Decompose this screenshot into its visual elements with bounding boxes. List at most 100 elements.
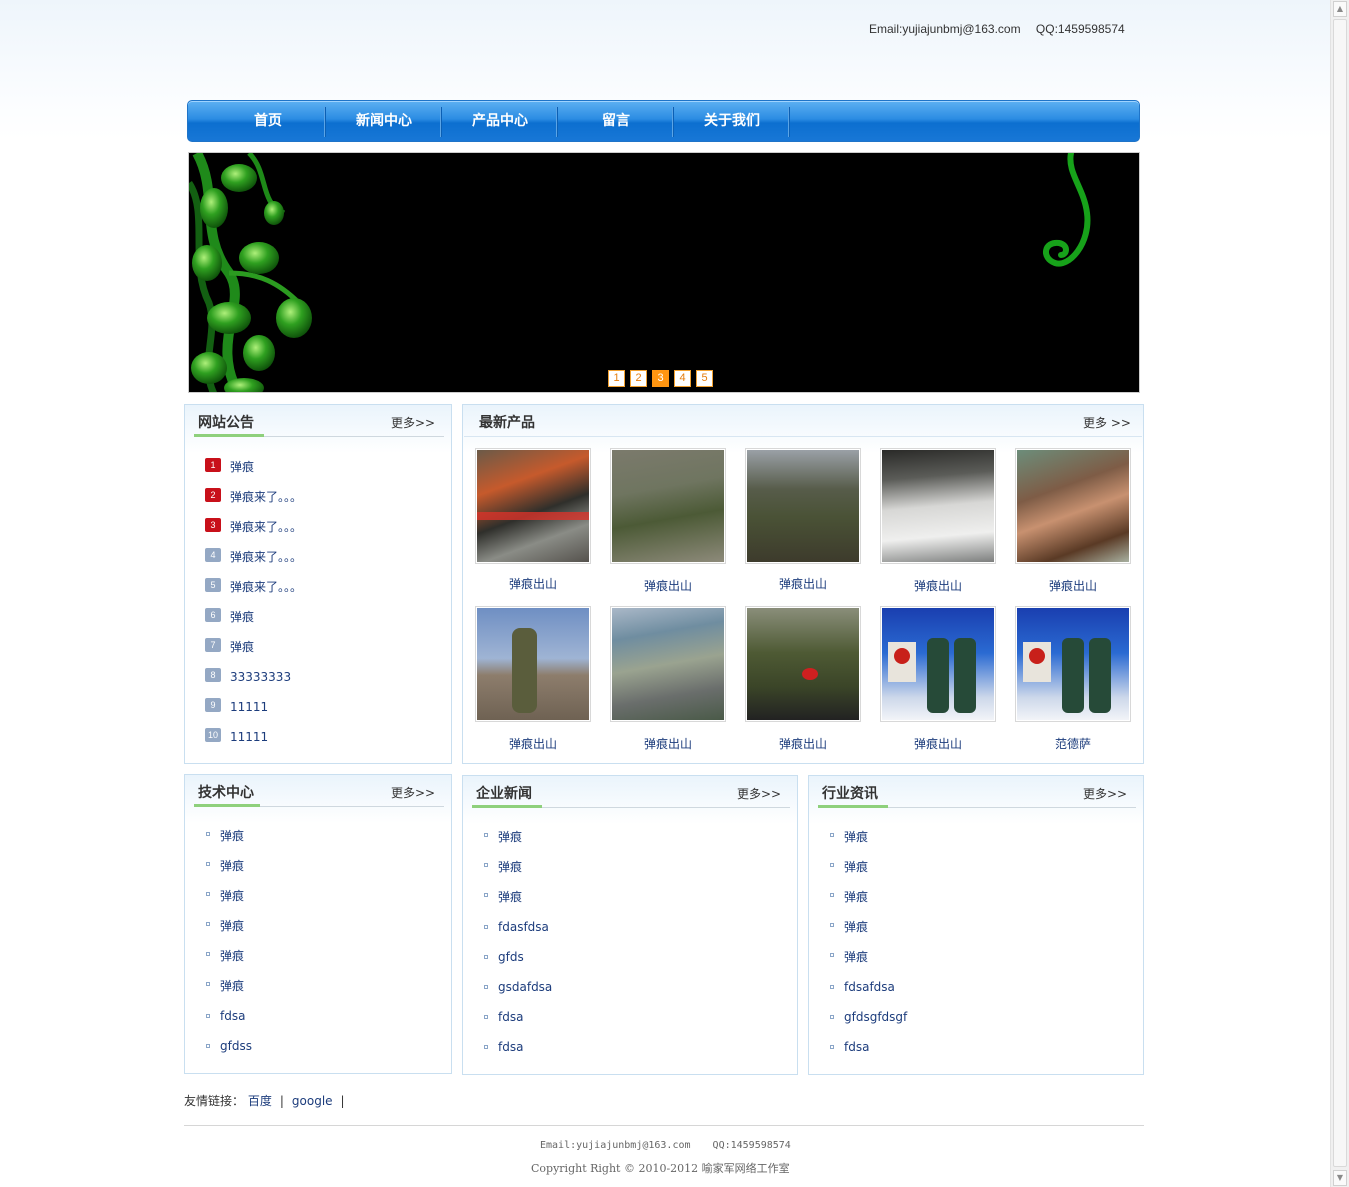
panel-title-underline [472,805,542,808]
tech-list-item[interactable]: 弹痕 [220,857,244,874]
footer-copyright: Copyright Right © 2010-2012 喻家军网络工作室 [531,1162,790,1175]
nav-item-message[interactable]: 留言 [558,101,674,141]
tech-list-item[interactable]: gfdss [220,1039,252,1053]
product-caption[interactable]: 范德萨 [1015,735,1131,752]
slide-button-1[interactable]: 1 [608,370,625,387]
product-caption[interactable]: 弹痕出山 [745,575,861,592]
industry-news-more-link[interactable]: 更多>> [1083,785,1127,802]
product-thumbnail[interactable] [745,606,861,722]
announcements-more-link[interactable]: 更多>> [391,414,435,431]
announcement-item[interactable]: 33333333 [230,670,291,684]
nav-item-home[interactable]: 首页 [210,101,326,141]
industry-news-item[interactable]: 弹痕 [844,918,868,935]
company-news-item[interactable]: 弹痕 [498,888,522,905]
industry-news-item[interactable]: 弹痕 [844,828,868,845]
company-news-item[interactable]: fdasfdsa [498,920,549,934]
scroll-up-arrow-icon[interactable]: ▲ [1333,1,1347,17]
company-news-item[interactable]: gfds [498,950,524,964]
product-caption[interactable]: 弹痕出山 [880,577,996,594]
nav-item-products[interactable]: 产品中心 [442,101,558,141]
tech-center-more-link[interactable]: 更多>> [391,784,435,801]
bullet-icon [484,925,488,929]
company-news-item[interactable]: fdsa [498,1010,523,1024]
industry-news-item[interactable]: fdsafdsa [844,980,895,994]
tech-list-item[interactable]: 弹痕 [220,887,244,904]
industry-news-item[interactable]: gfdsgfdsgf [844,1010,907,1024]
bullet-icon [484,1045,488,1049]
announcements-title: 网站公告 [198,415,254,431]
product-caption[interactable]: 弹痕出山 [610,577,726,594]
bullet-icon [206,832,210,836]
scroll-down-arrow-icon[interactable]: ▼ [1333,1170,1347,1186]
announcement-item[interactable]: 弹痕来了。。。 [230,518,302,535]
company-news-item[interactable]: fdsa [498,1040,523,1054]
header-qq: QQ:1459598574 [1035,22,1125,36]
slide-button-5[interactable]: 5 [696,370,713,387]
product-image [882,608,994,720]
product-thumbnail[interactable] [880,606,996,722]
announcement-rank-badge: 4 [205,548,221,562]
bullet-icon [484,893,488,897]
industry-news-item[interactable]: fdsa [844,1040,869,1054]
scroll-thumb[interactable] [1333,19,1347,1167]
announcement-item[interactable]: 弹痕 [230,608,254,625]
industry-news-item[interactable]: 弹痕 [844,948,868,965]
product-caption[interactable]: 弹痕出山 [610,735,726,752]
company-news-item[interactable]: gsdafdsa [498,980,552,994]
bullet-icon [206,1044,210,1048]
industry-news-item[interactable]: 弹痕 [844,858,868,875]
main-nav: 首页 新闻中心 产品中心 留言 关于我们 [187,100,1140,142]
announcement-rank-badge: 3 [205,518,221,532]
tech-list-item[interactable]: fdsa [220,1009,245,1023]
vertical-scrollbar[interactable]: ▲ ▼ [1330,0,1349,1187]
announcement-item[interactable]: 弹痕来了。。。 [230,548,302,565]
product-caption[interactable]: 弹痕出山 [1015,577,1131,594]
product-caption[interactable]: 弹痕出山 [745,735,861,752]
announcement-rank-badge: 5 [205,578,221,592]
banner-slideshow[interactable]: 1 2 3 4 5 [188,152,1140,393]
nav-item-news[interactable]: 新闻中心 [326,101,442,141]
product-image [612,608,724,720]
product-thumbnail[interactable] [610,448,726,564]
product-thumbnail[interactable] [1015,448,1131,564]
announcement-item[interactable]: 弹痕来了。。。 [230,488,302,505]
product-thumbnail[interactable] [475,606,591,722]
product-caption[interactable]: 弹痕出山 [475,735,591,752]
footer-email: Email:yujiajunbmj@163.com [540,1140,691,1151]
products-more-link[interactable]: 更多 >> [1083,414,1131,431]
product-thumbnail[interactable] [1015,606,1131,722]
bullet-icon [484,985,488,989]
footer-divider [184,1125,1144,1126]
slide-button-2[interactable]: 2 [630,370,647,387]
nav-item-about[interactable]: 关于我们 [674,101,790,141]
announcement-item[interactable]: 11111 [230,730,268,744]
company-news-item[interactable]: 弹痕 [498,858,522,875]
announcement-item[interactable]: 弹痕 [230,638,254,655]
tech-list-item[interactable]: 弹痕 [220,947,244,964]
tech-list-item[interactable]: 弹痕 [220,977,244,994]
company-news-more-link[interactable]: 更多>> [737,785,781,802]
slide-button-4[interactable]: 4 [674,370,691,387]
panel-divider [464,436,1142,437]
announcement-item[interactable]: 11111 [230,700,268,714]
announcement-rank-badge: 8 [205,668,221,682]
slide-button-3[interactable]: 3 [652,370,669,387]
industry-news-item[interactable]: 弹痕 [844,888,868,905]
product-thumbnail[interactable] [475,448,591,564]
announcement-item[interactable]: 弹痕 [230,458,254,475]
product-caption[interactable]: 弹痕出山 [880,735,996,752]
product-caption[interactable]: 弹痕出山 [475,575,591,592]
product-thumbnail[interactable] [745,448,861,564]
announcement-rank-badge: 6 [205,608,221,622]
product-thumbnail[interactable] [610,606,726,722]
announcement-item[interactable]: 弹痕来了。。。 [230,578,302,595]
company-news-item[interactable]: 弹痕 [498,828,522,845]
tech-list-item[interactable]: 弹痕 [220,827,244,844]
friend-link-baidu[interactable]: 百度 [248,1094,272,1108]
company-news-panel: 企业新闻 更多>> 弹痕 弹痕 弹痕 fdasfdsa gfds gsdafds… [462,775,798,1075]
announcement-rank-badge: 9 [205,698,221,712]
friend-link-google[interactable]: google [292,1094,333,1108]
tech-list-item[interactable]: 弹痕 [220,917,244,934]
product-thumbnail[interactable] [880,448,996,564]
bullet-icon [830,1045,834,1049]
